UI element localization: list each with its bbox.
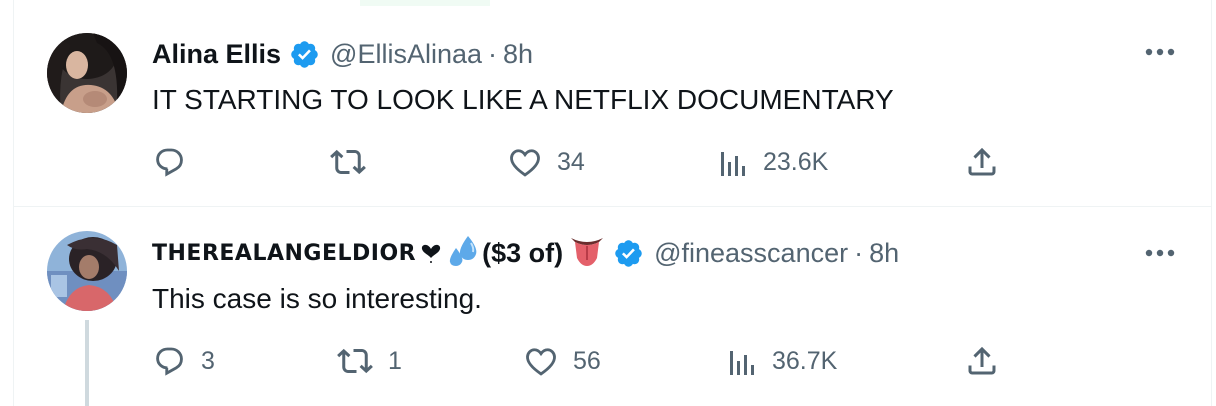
tongue-icon [569,234,605,273]
user-handle[interactable]: @EllisAlinaa [330,39,482,70]
retweet-button[interactable] [329,142,381,182]
like-count: 34 [557,147,585,176]
reply-button[interactable] [151,142,201,182]
thread-connector-line [85,320,89,406]
tweet[interactable]: THEREALANGELDIOR ($3 of) @fineasscancer … [14,207,1211,406]
more-options-icon[interactable] [1144,36,1176,68]
avatar[interactable] [47,33,127,113]
display-name-suffix: ($3 of) [482,237,564,268]
reply-count: 3 [201,346,215,375]
views-chart-icon [719,146,749,178]
views-chart-icon [728,345,758,377]
display-name[interactable]: THEREALANGELDIOR [152,241,416,266]
view-count: 23.6K [763,147,829,176]
share-icon [964,144,1000,180]
verified-badge-icon [613,238,644,269]
like-button[interactable]: 56 [523,341,601,381]
retweet-icon [329,144,367,180]
view-count: 36.7K [772,346,838,375]
tweet-header: THEREALANGELDIOR ($3 of) @fineasscancer … [152,232,899,274]
share-button[interactable] [964,341,1000,381]
reply-button[interactable]: 3 [151,341,215,381]
share-button[interactable] [964,142,1000,182]
like-button[interactable]: 34 [507,142,585,182]
display-name[interactable]: Alina Ellis [152,39,281,70]
retweet-button[interactable]: 1 [336,341,402,381]
timeline-border-right [1211,0,1212,406]
verified-badge-icon [289,39,320,70]
user-handle[interactable]: @fineasscancer [654,238,848,269]
heart-icon [523,343,559,379]
more-options-icon[interactable] [1144,237,1176,269]
heart-exclamation-icon [420,239,442,268]
share-icon [964,343,1000,379]
separator-dot: · [488,38,498,69]
avatar[interactable] [47,231,127,311]
like-count: 56 [573,346,601,375]
tweet-text: This case is so interesting. [152,283,482,314]
timestamp[interactable]: 8h [503,39,533,70]
tweet-text: IT STARTING TO LOOK LIKE A NETFLIX DOCUM… [152,84,894,115]
reply-icon [151,144,187,180]
views-button[interactable]: 36.7K [728,341,837,381]
sweat-droplets-icon [446,234,480,273]
timestamp[interactable]: 8h [869,238,899,269]
retweet-count: 1 [388,346,402,375]
retweet-icon [336,343,374,379]
reply-icon [151,343,187,379]
views-button[interactable]: 23.6K [719,142,828,182]
heart-icon [507,144,543,180]
tweet[interactable]: Alina Ellis @EllisAlinaa · 8h IT STARTIN… [14,0,1211,206]
separator-dot: · [854,237,864,268]
tweet-header: Alina Ellis @EllisAlinaa · 8h [152,33,533,75]
